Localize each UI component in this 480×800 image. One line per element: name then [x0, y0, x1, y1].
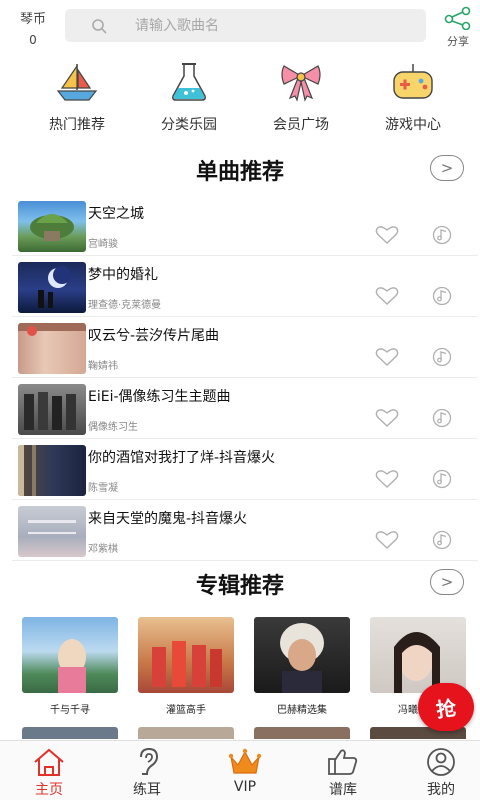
album-name: 千与千寻	[50, 705, 90, 716]
play-note-icon[interactable]	[432, 225, 452, 245]
song-title: 叹云兮-芸汐传片尾曲	[88, 328, 220, 344]
share-label: 分享	[447, 35, 469, 48]
songs-section-title: 单曲推荐	[195, 160, 284, 185]
nav-mine[interactable]: 我的	[406, 747, 476, 799]
grab-label: 抢	[434, 695, 458, 722]
nav-ear-training[interactable]: 练耳	[112, 747, 182, 799]
heart-icon[interactable]	[375, 530, 399, 550]
sailboat-icon	[56, 64, 98, 101]
albums-more-button[interactable]: >	[430, 569, 464, 595]
song-title: 来自天堂的魔鬼-抖音爆火	[88, 511, 248, 527]
heart-icon[interactable]	[375, 347, 399, 367]
heart-icon[interactable]	[375, 469, 399, 489]
search-icon	[92, 19, 107, 34]
category-label: 分类乐园	[161, 117, 217, 133]
album-cover-partial	[138, 727, 234, 739]
song-list: 天空之城 宫崎骏 梦中的婚礼 理查德·克莱德曼 叹云兮-芸汐传片尾曲 鞠婧祎 E…	[0, 195, 480, 561]
category-games[interactable]: 游戏中心	[358, 60, 468, 134]
heart-icon[interactable]	[375, 225, 399, 245]
song-artist: 陈雪凝	[88, 483, 118, 494]
category-label: 游戏中心	[385, 117, 441, 133]
play-note-icon[interactable]	[432, 347, 452, 367]
song-artist: 偶像练习生	[88, 422, 138, 433]
category-label: 热门推荐	[49, 117, 105, 133]
nav-vip[interactable]: VIP	[210, 747, 280, 795]
album-cover	[22, 617, 118, 693]
song-row[interactable]: 梦中的婚礼 理查德·克莱德曼	[12, 256, 478, 317]
coin-value: 0	[29, 33, 37, 47]
album-cover-partial	[22, 727, 118, 739]
album-card[interactable]: 巴赫精选集	[254, 617, 350, 716]
share-icon	[444, 6, 471, 30]
category-hot[interactable]: 热门推荐	[22, 60, 132, 134]
song-title: 梦中的婚礼	[88, 267, 158, 283]
flask-icon	[172, 63, 206, 101]
song-artist: 宫崎骏	[88, 239, 118, 250]
search-bar[interactable]	[65, 9, 426, 42]
thumbs-up-icon	[328, 749, 358, 775]
song-cover	[18, 201, 86, 252]
album-cover	[138, 617, 234, 693]
song-row[interactable]: 你的酒馆对我打了烊-抖音爆火 陈雪凝	[12, 439, 478, 500]
song-cover	[18, 384, 86, 435]
song-row[interactable]: EiEi-偶像练习生主题曲 偶像练习生	[12, 378, 478, 439]
play-note-icon[interactable]	[432, 469, 452, 489]
nav-label: 练耳	[133, 782, 161, 798]
album-cover-partial	[254, 727, 350, 739]
category-member[interactable]: 会员广场	[246, 60, 356, 134]
song-cover	[18, 506, 86, 557]
category-label: 会员广场	[273, 117, 329, 133]
play-note-icon[interactable]	[432, 530, 452, 550]
song-cover	[18, 323, 86, 374]
bow-icon	[281, 65, 321, 102]
nav-label: 谱库	[329, 782, 357, 798]
song-title: 天空之城	[88, 206, 144, 222]
heart-icon[interactable]	[375, 408, 399, 428]
grab-coupon-button[interactable]: 抢	[418, 683, 474, 731]
play-note-icon[interactable]	[432, 408, 452, 428]
nav-sheet-library[interactable]: 谱库	[308, 747, 378, 799]
albums-section-title: 专辑推荐	[195, 574, 284, 599]
bottom-nav: 主页 练耳 VIP 谱库 我的	[0, 740, 480, 800]
album-cover	[254, 617, 350, 693]
ear-icon	[140, 747, 159, 775]
header: 琴币 0 分享	[0, 0, 480, 52]
home-icon	[34, 748, 64, 776]
song-row[interactable]: 来自天堂的魔鬼-抖音爆火 邓紫棋	[12, 500, 478, 561]
album-card[interactable]: 千与千寻	[22, 617, 118, 716]
song-artist: 理查德·克莱德曼	[88, 300, 162, 311]
song-cover	[18, 445, 86, 496]
album-name: 巴赫精选集	[277, 705, 327, 716]
nav-label: VIP	[233, 779, 257, 795]
song-row[interactable]: 叹云兮-芸汐传片尾曲 鞠婧祎	[12, 317, 478, 378]
nav-home[interactable]: 主页	[14, 747, 84, 799]
songs-more-button[interactable]: >	[430, 155, 464, 181]
song-title: EiEi-偶像练习生主题曲	[88, 389, 231, 405]
coin-balance[interactable]: 琴币 0	[10, 8, 56, 47]
album-name: 灌篮高手	[166, 705, 206, 716]
category-classify[interactable]: 分类乐园	[134, 60, 244, 134]
song-artist: 鞠婧祎	[88, 361, 118, 372]
nav-label: 主页	[35, 782, 63, 798]
gamepad-icon	[393, 64, 433, 99]
nav-label: 我的	[427, 782, 455, 798]
heart-icon[interactable]	[375, 286, 399, 306]
song-cover	[18, 262, 86, 313]
song-title: 你的酒馆对我打了烊-抖音爆火	[88, 450, 276, 466]
chevron-right-icon: >	[440, 573, 454, 591]
user-icon	[427, 748, 455, 776]
share-button[interactable]: 分享	[440, 6, 476, 49]
coin-label: 琴币	[19, 12, 46, 27]
album-cover	[370, 617, 466, 693]
song-row[interactable]: 天空之城 宫崎骏	[12, 195, 478, 256]
song-artist: 邓紫棋	[88, 544, 118, 555]
crown-icon	[228, 748, 262, 774]
chevron-right-icon: >	[440, 159, 454, 177]
album-card[interactable]: 灌篮高手	[138, 617, 234, 716]
category-row: 热门推荐 分类乐园 会员广场 游戏中心	[0, 60, 480, 140]
search-input[interactable]	[135, 9, 415, 42]
play-note-icon[interactable]	[432, 286, 452, 306]
